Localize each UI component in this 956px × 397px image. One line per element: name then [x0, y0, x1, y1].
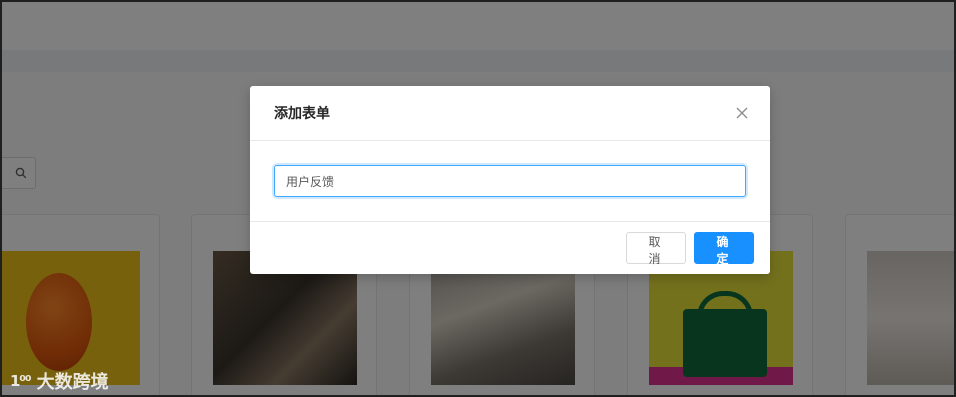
add-form-dialog: 添加表单 取 消 确 定 [250, 86, 770, 274]
app-window: 1⁰⁰ 大数跨境 添加表单 取 消 确 定 [0, 0, 956, 397]
cancel-button[interactable]: 取 消 [626, 232, 686, 266]
dialog-body [250, 141, 770, 221]
confirm-button[interactable]: 确 定 [694, 232, 754, 266]
dialog-header: 添加表单 [250, 86, 770, 141]
watermark-logo: 1⁰⁰ [10, 372, 32, 390]
watermark: 1⁰⁰ 大数跨境 [10, 368, 109, 394]
dialog-footer: 取 消 确 定 [250, 221, 770, 274]
dialog-title: 添加表单 [274, 106, 330, 122]
watermark-text: 大数跨境 [36, 372, 109, 393]
close-icon[interactable] [736, 107, 748, 119]
form-name-input[interactable] [274, 165, 746, 197]
